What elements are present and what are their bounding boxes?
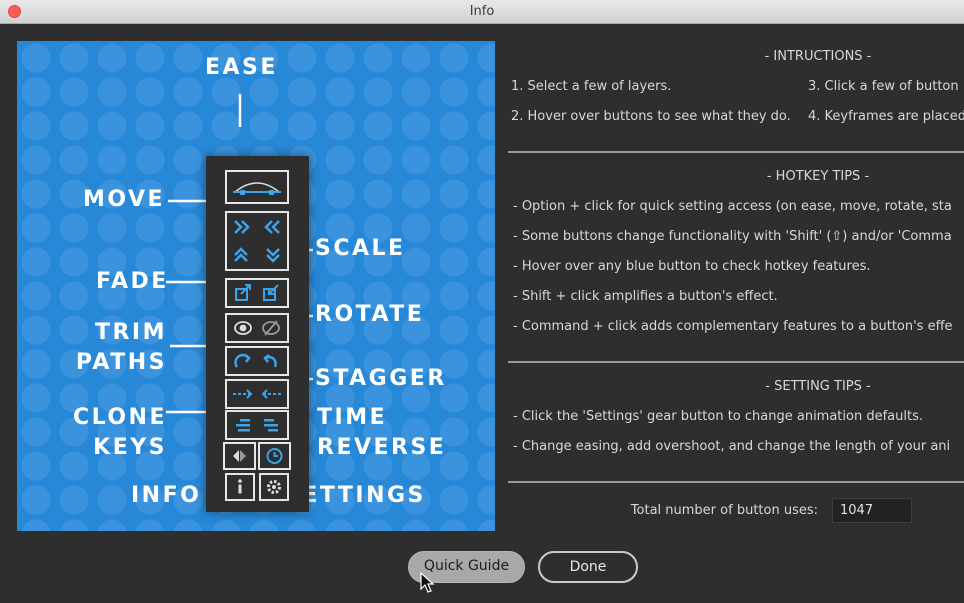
rotate-buttons	[225, 346, 289, 376]
instructions-header: - INTRUCTIONS -	[764, 49, 872, 64]
eye-icon	[234, 320, 280, 336]
time-reverse-button	[258, 442, 291, 470]
label-ease: EASE	[205, 55, 278, 80]
move-arrows-icon	[234, 220, 280, 263]
move-buttons	[225, 211, 289, 271]
label-scale: SCALE	[315, 236, 406, 261]
stagger-icon	[236, 419, 278, 432]
info-icon	[238, 479, 242, 494]
instruction-4: 4. Keyframes are placed	[808, 109, 964, 124]
hotkey-tip: - Shift + click amplifies a button's eff…	[513, 289, 778, 304]
label-stagger: STAGGER	[315, 366, 447, 391]
quick-guide-image: EASE MOVE SCALE FADE ROTATE TRIM PATHS S…	[17, 41, 495, 531]
fade-buttons	[225, 313, 289, 343]
scale-icon	[235, 284, 279, 301]
stagger-buttons	[225, 410, 289, 440]
scale-buttons	[225, 278, 289, 308]
hotkey-tip: - Command + click adds complementary fea…	[513, 319, 953, 334]
setting-tip: - Click the 'Settings' gear button to ch…	[513, 409, 923, 424]
clock-icon	[266, 448, 283, 464]
title-bar: Info	[0, 0, 964, 24]
button-uses-label: Total number of button uses:	[630, 503, 818, 518]
rotate-icon	[234, 353, 277, 368]
label-clone-keys: CLONE KEYS	[72, 405, 167, 460]
clone-keys-button	[223, 442, 256, 470]
label-move: MOVE	[83, 187, 166, 212]
info-button	[225, 473, 255, 501]
window-title: Info	[469, 4, 495, 19]
label-trim-paths: TRIM PATHS	[75, 320, 167, 375]
clone-keys-icon	[233, 450, 246, 462]
done-button[interactable]: Done	[538, 551, 638, 583]
trim-paths-icon	[233, 389, 281, 399]
settings-button	[259, 473, 289, 501]
button-panel	[206, 156, 309, 512]
instruction-2: 2. Hover over buttons to see what they d…	[511, 109, 791, 124]
section-divider	[508, 151, 964, 153]
hotkey-tips-header: - HOTKEY TIPS -	[766, 169, 870, 184]
hotkey-tip: - Hover over any blue button to check ho…	[513, 259, 871, 274]
instruction-1: 1. Select a few of layers.	[511, 79, 672, 94]
hotkey-tip: - Option + click for quick setting acces…	[513, 199, 952, 214]
setting-tips-header: - SETTING TIPS -	[765, 379, 871, 394]
mouse-cursor-icon	[420, 572, 435, 593]
ease-curve-icon	[233, 182, 281, 195]
ease-button	[225, 170, 289, 204]
label-fade: FADE	[96, 269, 169, 294]
setting-tip: - Change easing, add overshoot, and chan…	[513, 439, 951, 454]
gear-icon	[267, 480, 281, 494]
button-uses-field[interactable]: 1047	[832, 498, 912, 523]
hotkey-tip: - Some buttons change functionality with…	[513, 229, 952, 244]
section-divider	[508, 361, 964, 363]
label-time-reverse: TIME REVERSE	[317, 405, 447, 460]
trim-paths-buttons	[225, 379, 289, 409]
instruction-3: 3. Click a few of button	[808, 79, 959, 94]
label-rotate: ROTATE	[315, 302, 425, 327]
label-info: INFO	[131, 483, 202, 508]
section-divider	[508, 481, 964, 483]
